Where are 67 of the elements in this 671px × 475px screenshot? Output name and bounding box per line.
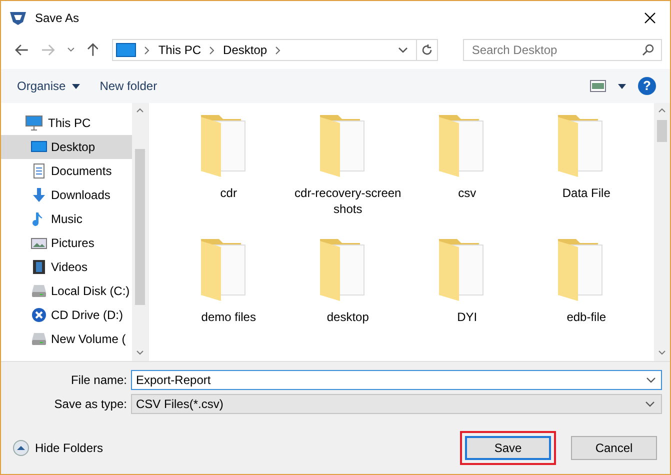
sidebar-item[interactable]: Documents [1, 159, 132, 183]
search-field[interactable]: Search Desktop [462, 39, 662, 61]
chevron-right-icon [209, 46, 216, 54]
sidebar-item[interactable]: Downloads [1, 183, 132, 207]
desktop-icon [31, 139, 47, 155]
folder-name[interactable]: DYI [457, 309, 478, 325]
folder-name[interactable]: csv [458, 185, 476, 201]
up-arrow-icon[interactable] [86, 43, 98, 57]
sidebar-item[interactable]: Local Disk (C:) [1, 279, 132, 303]
dialog-button[interactable]: Save [465, 436, 551, 460]
picture-icon [31, 235, 47, 251]
folder-name[interactable]: Data File [562, 185, 610, 201]
folder-name[interactable]: demo files [201, 309, 256, 325]
file-type-dropdown[interactable]: CSV Files(*.csv) [131, 394, 662, 414]
chevron-down-icon[interactable] [646, 377, 656, 384]
scrollbar[interactable] [654, 103, 670, 361]
chevron-right-icon [144, 46, 150, 54]
drive-icon [31, 283, 47, 299]
save-type-label: Save as type: [53, 397, 128, 411]
drive-icon [31, 331, 47, 347]
folder-name[interactable]: cdr-recovery-screenshots [292, 185, 403, 217]
file-name-field[interactable]: Export-Report [131, 370, 662, 390]
close-icon[interactable] [644, 12, 656, 24]
scrollbar[interactable] [132, 103, 148, 361]
scroll-down-icon[interactable] [136, 350, 144, 355]
sidebar-item[interactable]: CD Drive (D:) [1, 303, 132, 327]
breadcrumb[interactable]: Desktop [223, 43, 268, 57]
folder-name[interactable]: edb-file [566, 309, 606, 325]
document-icon [31, 163, 47, 179]
organise-button[interactable]: Organise [13, 77, 84, 95]
chevron-up-circle-icon [13, 440, 29, 456]
sidebar-item[interactable]: This PC [1, 111, 132, 135]
folder-name[interactable]: cdr [220, 185, 237, 201]
search-icon [642, 44, 654, 56]
download-arrow-icon [31, 187, 47, 203]
dialog-button[interactable]: Cancel [571, 436, 657, 460]
sidebar-item[interactable]: Videos [1, 255, 132, 279]
scroll-down-icon[interactable] [658, 350, 666, 355]
monitor-icon [25, 115, 43, 131]
scroll-up-icon[interactable] [136, 108, 144, 113]
chevron-right-icon [275, 46, 282, 54]
breadcrumb[interactable]: This PC [158, 43, 202, 57]
chevron-down-icon [645, 400, 655, 408]
sidebar-item[interactable]: Music [1, 207, 132, 231]
film-icon [31, 259, 47, 275]
file-name-label: File name: [70, 373, 128, 387]
caret-icon[interactable] [618, 84, 626, 88]
app-logo-icon [9, 10, 27, 26]
chevron-down-icon[interactable] [66, 47, 75, 53]
caret-icon [72, 84, 80, 88]
sidebar-item[interactable]: New Volume ( [1, 327, 132, 351]
scroll-up-icon[interactable] [658, 108, 666, 113]
refresh-icon[interactable] [420, 44, 433, 56]
window-title: Save As [35, 11, 80, 25]
help-button[interactable]: ? [638, 77, 656, 95]
scrollbar-thumb[interactable] [657, 120, 667, 142]
monitor-icon [116, 43, 136, 57]
back-arrow-icon[interactable] [15, 44, 29, 56]
new-folder-button[interactable]: New folder [96, 77, 162, 95]
sidebar-item[interactable]: Desktop [1, 135, 132, 159]
chevron-down-icon[interactable] [398, 46, 408, 54]
address-bar[interactable]: This PC Desktop [112, 39, 438, 61]
scrollbar-thumb[interactable] [135, 149, 145, 305]
sidebar-item[interactable]: Pictures [1, 231, 132, 255]
folder-name[interactable]: desktop [326, 309, 369, 325]
view-icon[interactable] [590, 80, 606, 92]
hide-folders-button[interactable]: Hide Folders [9, 440, 108, 456]
